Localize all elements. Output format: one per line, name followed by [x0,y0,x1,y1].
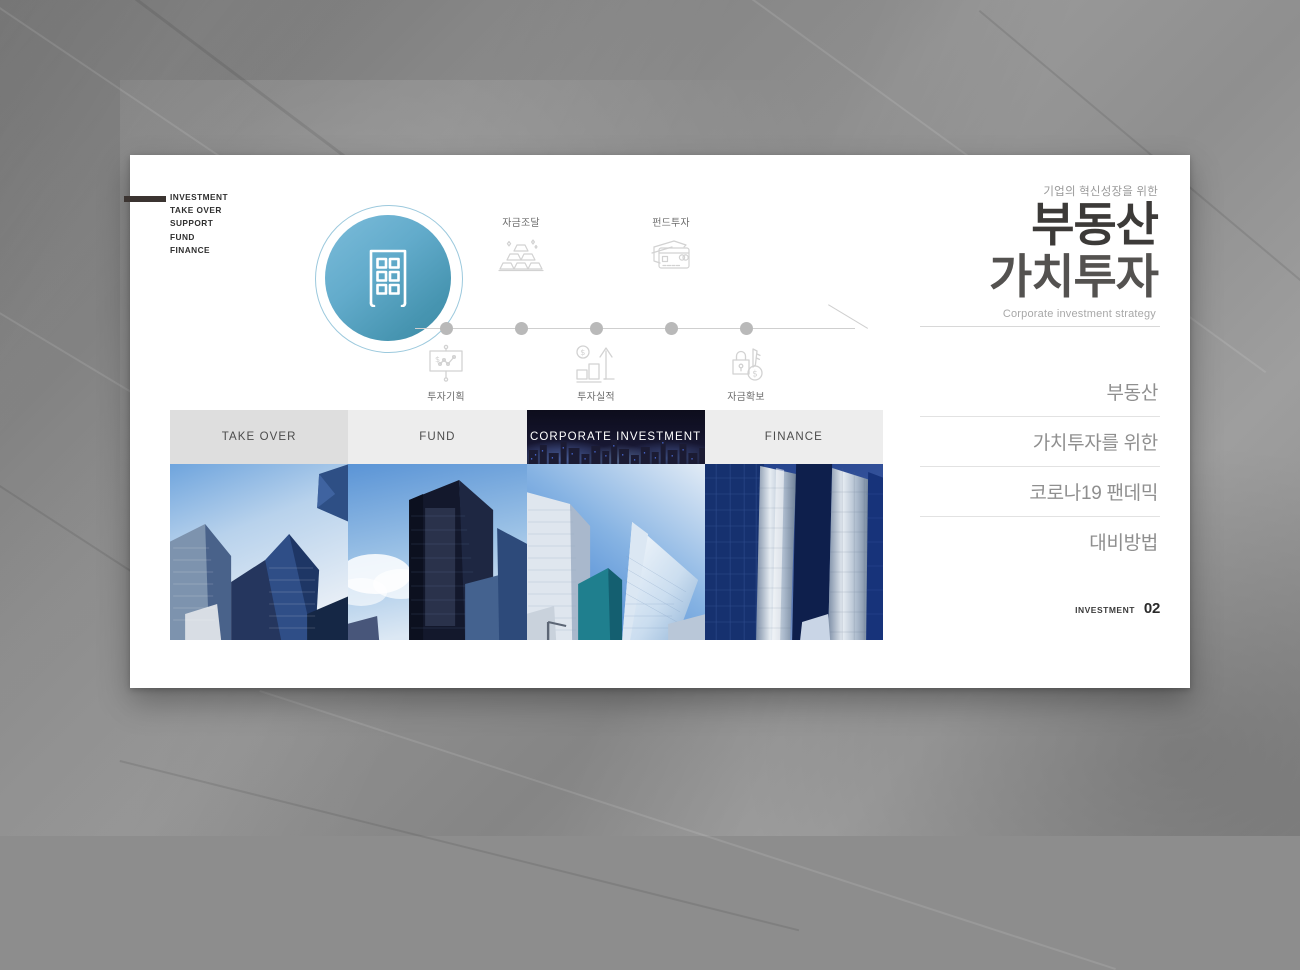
timeline-node-fund[interactable]: 펀드투자 [623,214,719,277]
presentation-slide: INVESTMENT TAKE OVER SUPPORT FUND FINANC… [130,155,1190,688]
credit-cards-icon [623,233,719,277]
page-marker-label: INVESTMENT [1075,605,1135,615]
point-item: 코로나19 팬데믹 [920,466,1160,516]
nav-item-finance[interactable]: FINANCE [170,244,228,257]
nav-item-investment[interactable]: INVESTMENT [170,191,228,204]
timeline-node-label: 투자기획 [398,388,494,403]
point-list: 부동산 가치투자를 위한 코로나19 팬데믹 대비방법 [920,367,1160,566]
tab-take-over[interactable]: TAKE OVER [170,410,348,464]
photo-curved-skyscraper[interactable] [527,464,705,640]
timeline-axis [415,328,855,329]
nav-item-fund[interactable]: FUND [170,231,228,244]
timeline-node-funding[interactable]: 자금조달 [473,214,569,277]
photo-twin-glass-towers[interactable] [705,464,883,640]
timeline-dot [590,322,603,335]
tab-label: TAKE OVER [222,431,297,443]
timeline-node-label: 자금확보 [698,388,794,403]
headline-divider [920,326,1160,327]
point-item: 부동산 [920,367,1160,416]
timeline-node-performance[interactable]: $ 투자실적 [548,342,644,403]
headline-line-2: 가치투자 [920,251,1160,303]
gold-bars-icon [473,233,569,277]
nav-accent-bar [124,196,166,202]
process-timeline: $ 투자기획 자금조달 [310,200,880,380]
marble-vein [120,760,800,931]
lock-money-icon: $ [698,342,794,386]
category-tab-bar: TAKE OVER FUND [170,410,883,464]
presentation-chart-icon: $ [398,342,494,386]
photo-dark-tower[interactable] [348,464,526,640]
nav-item-take-over[interactable]: TAKE OVER [170,204,228,217]
tab-corporate-investment[interactable]: CORPORATE INVESTMENT [527,410,705,464]
tab-label: FINANCE [765,431,823,443]
timeline-dot [440,322,453,335]
timeline-node-label: 자금조달 [473,214,569,229]
timeline-node-label: 투자실적 [548,388,644,403]
timeline-dot [515,322,528,335]
svg-text:$: $ [580,348,585,357]
timeline-arrowhead [822,328,862,354]
page-marker: INVESTMENT 02 [920,600,1160,617]
timeline-node-securing[interactable]: $ 자금확보 [698,342,794,403]
bar-growth-icon: $ [548,342,644,386]
nav-item-support[interactable]: SUPPORT [170,217,228,230]
photo-glass-towers[interactable] [170,464,348,640]
point-item: 대비방법 [920,516,1160,566]
page-marker-number: 02 [1144,600,1160,617]
tab-label: FUND [419,431,455,443]
tab-finance[interactable]: FINANCE [705,410,883,464]
tab-label: CORPORATE INVESTMENT [530,431,701,443]
tab-fund[interactable]: FUND [348,410,526,464]
headline-subtitle: Corporate investment strategy [920,308,1160,320]
timeline-node-planning[interactable]: $ 투자기획 [398,342,494,403]
timeline-dot [740,322,753,335]
headline-column: 기업의 혁신성장을 위한 부동산 가치투자 Corporate investme… [920,183,1160,617]
point-item: 가치투자를 위한 [920,416,1160,466]
photo-strip [170,464,883,640]
timeline-dot [665,322,678,335]
timeline-node-label: 펀드투자 [623,214,719,229]
nav-list: INVESTMENT TAKE OVER SUPPORT FUND FINANC… [170,191,228,257]
svg-text:$: $ [752,370,757,380]
headline-line-1: 부동산 [920,199,1160,251]
headline-kicker: 기업의 혁신성장을 위한 [920,183,1160,199]
